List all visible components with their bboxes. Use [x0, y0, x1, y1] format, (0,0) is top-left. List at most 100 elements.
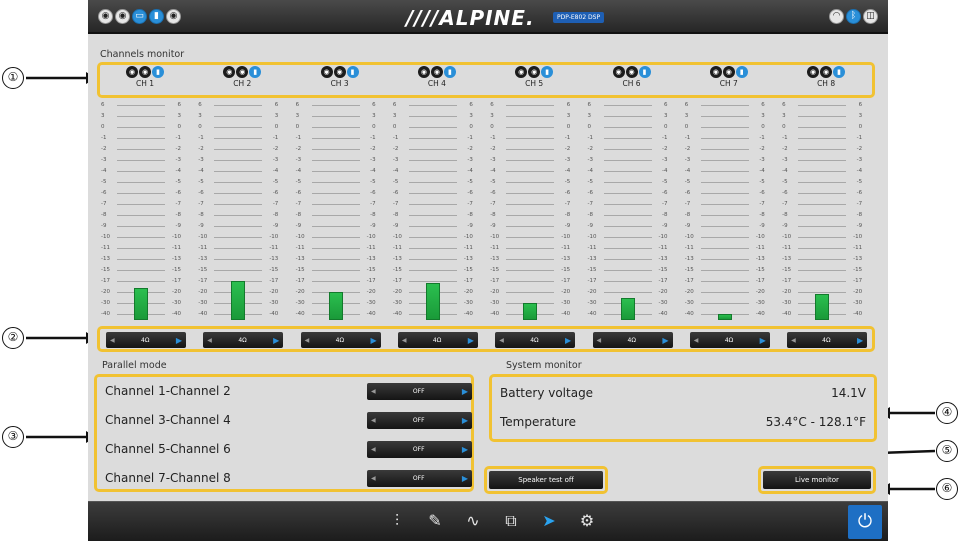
- scale-label-right: 6: [372, 102, 376, 108]
- arrow-left-icon[interactable]: ◀: [791, 337, 796, 344]
- arrow-left-icon[interactable]: ◀: [371, 388, 376, 395]
- arrow-left-icon[interactable]: ◀: [371, 417, 376, 424]
- scale-label-right: -17: [561, 278, 571, 284]
- arrow-right-icon[interactable]: ▶: [462, 474, 468, 483]
- equalizer-icon[interactable]: ⫶: [386, 510, 408, 532]
- parallel-row-label: Channel 1-Channel 2: [105, 384, 231, 398]
- impedance-selector[interactable]: ◀ 4Ω ▶: [787, 332, 868, 348]
- bluetooth-icon[interactable]: ᛒ: [846, 9, 861, 24]
- impedance-selector[interactable]: ◀ 4Ω ▶: [300, 332, 381, 348]
- arrow-right-icon[interactable]: ▶: [857, 336, 863, 345]
- copy-icon[interactable]: ⧉: [500, 510, 522, 532]
- scale-label-left: -20: [101, 289, 110, 295]
- callout-6: ⑥: [936, 478, 958, 500]
- scale-label-left: -10: [490, 234, 500, 240]
- impedance-selector[interactable]: ◀ 4Ω ▶: [495, 332, 576, 348]
- arrow-right-icon[interactable]: ▶: [468, 336, 474, 345]
- arrow-left-icon[interactable]: ◀: [207, 337, 212, 344]
- impedance-selector[interactable]: ◀ 4Ω ▶: [106, 332, 186, 348]
- scale-label-right: -17: [853, 278, 863, 284]
- arrow-right-icon[interactable]: ▶: [176, 336, 182, 345]
- scale-label-left: -2: [295, 146, 302, 152]
- arrow-left-icon[interactable]: ◀: [402, 337, 407, 344]
- scale-line: [214, 171, 263, 172]
- parallel-toggle-5-6[interactable]: ◀ OFF ▶: [367, 441, 472, 458]
- scale-label-left: -3: [198, 157, 204, 163]
- scale-label-right: 6: [664, 102, 668, 108]
- temperature-icon[interactable]: ▮: [149, 9, 164, 24]
- impedance-selector[interactable]: ◀ 4Ω ▶: [397, 332, 478, 348]
- arrow-right-icon[interactable]: ▶: [462, 387, 468, 396]
- power-icon[interactable]: ⏻: [848, 505, 882, 539]
- speaker-icon[interactable]: ◉: [98, 9, 113, 24]
- scale-label-left: -10: [684, 234, 694, 240]
- scale-label-left: 0: [684, 124, 689, 130]
- impedance-selector[interactable]: ◀ 4Ω ▶: [592, 332, 673, 348]
- arrow-left-icon[interactable]: ◀: [694, 337, 699, 344]
- scale-line: [214, 193, 263, 194]
- arrow-left-icon[interactable]: ◀: [305, 337, 310, 344]
- arrow-right-icon[interactable]: ▶: [462, 445, 468, 454]
- speaker-icon[interactable]: ◉: [166, 9, 181, 24]
- scale-label-left: -11: [295, 245, 305, 251]
- arrow-left-icon[interactable]: ◀: [110, 337, 115, 344]
- scale-label-right: 3: [372, 113, 376, 119]
- speaker-test-button[interactable]: Speaker test off: [489, 471, 603, 489]
- parallel-mode-panel: Channel 1-Channel 2 ◀ OFF ▶ Channel 3-Chan…: [94, 374, 474, 492]
- scale-label-right: -10: [658, 234, 668, 240]
- arrow-left-icon[interactable]: ◀: [597, 337, 602, 344]
- speaker-icon[interactable]: ◉: [115, 9, 130, 24]
- arrow-right-icon[interactable]: ▶: [462, 416, 468, 425]
- scale-label-right: -4: [370, 168, 376, 174]
- scale-label-right: -40: [853, 311, 863, 317]
- scale-label-right: -20: [269, 289, 279, 295]
- impedance-value: 4Ω: [238, 336, 247, 344]
- scale-line: [214, 237, 263, 238]
- arrow-right-icon[interactable]: ▶: [370, 336, 376, 345]
- settings-icon[interactable]: ⚙: [576, 510, 598, 532]
- crossover-icon[interactable]: ∿: [462, 510, 484, 532]
- scale-label-left: -4: [101, 168, 107, 174]
- wifi-icon[interactable]: ◠: [829, 9, 844, 24]
- scale-label-right: 3: [858, 113, 863, 119]
- scale-line: [214, 248, 263, 249]
- impedance-selector[interactable]: ◀ 4Ω ▶: [203, 332, 284, 348]
- arrow-left-icon[interactable]: ◀: [371, 446, 376, 453]
- scale-label-left: -17: [101, 278, 110, 284]
- battery-icon[interactable]: ▭: [132, 9, 147, 24]
- scale-line: [408, 160, 457, 161]
- scale-line: [214, 127, 263, 128]
- scale-label-right: -20: [658, 289, 668, 295]
- scale-label-left: -13: [490, 256, 500, 262]
- arrow-left-icon[interactable]: ◀: [371, 475, 376, 482]
- speaker-icon: ◉: [709, 66, 722, 78]
- scale-line: [798, 226, 847, 227]
- scale-label-right: -7: [662, 201, 668, 207]
- arrow-right-icon[interactable]: ▶: [760, 336, 766, 345]
- arrow-left-icon[interactable]: ◀: [499, 337, 504, 344]
- scale-label-right: -13: [366, 256, 376, 262]
- level-bar: [523, 303, 538, 320]
- impedance-selector[interactable]: ◀ 4Ω ▶: [689, 332, 770, 348]
- arrow-right-icon[interactable]: ▶: [662, 336, 668, 345]
- arrow-right-icon[interactable]: ▶: [565, 336, 571, 345]
- scale-label-left: -30: [392, 300, 402, 306]
- scale-label-left: -7: [295, 201, 302, 207]
- scale-line: [506, 127, 555, 128]
- scale-label-right: -8: [370, 212, 376, 218]
- channel-name: CH 8: [817, 79, 836, 88]
- scale-line: [506, 171, 555, 172]
- scale-label-left: -10: [198, 234, 208, 240]
- speaker-output-icon[interactable]: ➤: [538, 510, 560, 532]
- brush-icon[interactable]: ✎: [424, 510, 446, 532]
- parallel-toggle-7-8[interactable]: ◀ OFF ▶: [367, 470, 472, 487]
- arrow-right-icon[interactable]: ▶: [273, 336, 279, 345]
- scale-label-left: -15: [295, 267, 305, 273]
- parallel-toggle-3-4[interactable]: ◀ OFF ▶: [367, 412, 472, 429]
- scale-label-right: -13: [269, 256, 279, 262]
- scale-label-left: 3: [782, 113, 786, 119]
- scale-label-right: -6: [662, 190, 668, 196]
- live-monitor-button[interactable]: Live monitor: [763, 471, 871, 489]
- parallel-toggle-1-2[interactable]: ◀ OFF ▶: [367, 383, 472, 400]
- usb-icon[interactable]: ◫: [863, 9, 878, 24]
